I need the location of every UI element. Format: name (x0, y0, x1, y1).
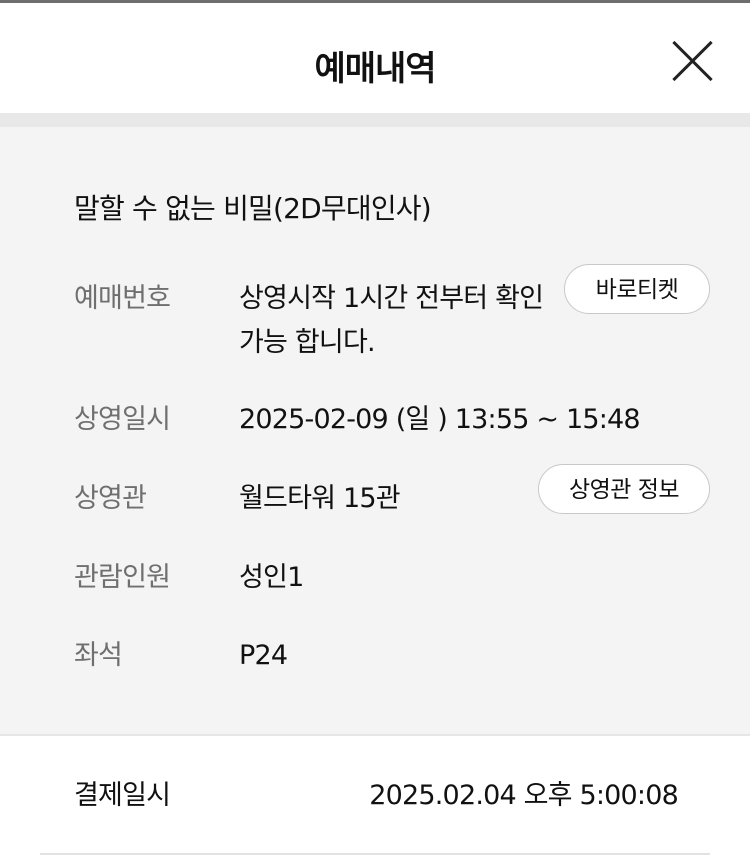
audience-label: 관람인원 (74, 562, 171, 593)
seat-value: P24 (239, 640, 288, 671)
page-title: 예매내역 (314, 49, 436, 89)
payment-date-label: 결제일시 (74, 780, 171, 811)
theater-label: 상영관 (74, 483, 147, 514)
booking-number-label: 예매번호 (74, 283, 171, 314)
divider (0, 113, 750, 127)
theater-value: 월드타워 15관 (239, 483, 401, 514)
booking-number-value: 상영시작 1시간 전부터 확인 가능 합니다. (239, 277, 544, 365)
mobile-ticket-button[interactable]: 바로티켓 (564, 264, 710, 314)
payment-date-value: 2025.02.04 오후 5:00:08 (369, 780, 679, 811)
header: 예매내역 (0, 3, 750, 113)
seat-label: 좌석 (74, 640, 123, 671)
audience-value: 성인1 (239, 562, 304, 593)
close-icon[interactable] (666, 37, 718, 85)
section-divider (0, 734, 750, 736)
showtime-value: 2025-02-09 (일 ) 13:55 ~ 15:48 (239, 404, 641, 435)
showtime-label: 상영일시 (74, 404, 171, 435)
theater-info-button[interactable]: 상영관 정보 (538, 464, 710, 514)
booking-number-value-line2: 가능 합니다. (239, 327, 376, 358)
movie-title: 말할 수 없는 비밀(2D무대인사) (74, 192, 432, 225)
booking-number-value-line1: 상영시작 1시간 전부터 확인 (239, 283, 544, 314)
booking-info-panel: 말할 수 없는 비밀(2D무대인사) 예매번호 상영시작 1시간 전부터 확인 … (0, 127, 750, 734)
bottom-divider (40, 853, 710, 855)
